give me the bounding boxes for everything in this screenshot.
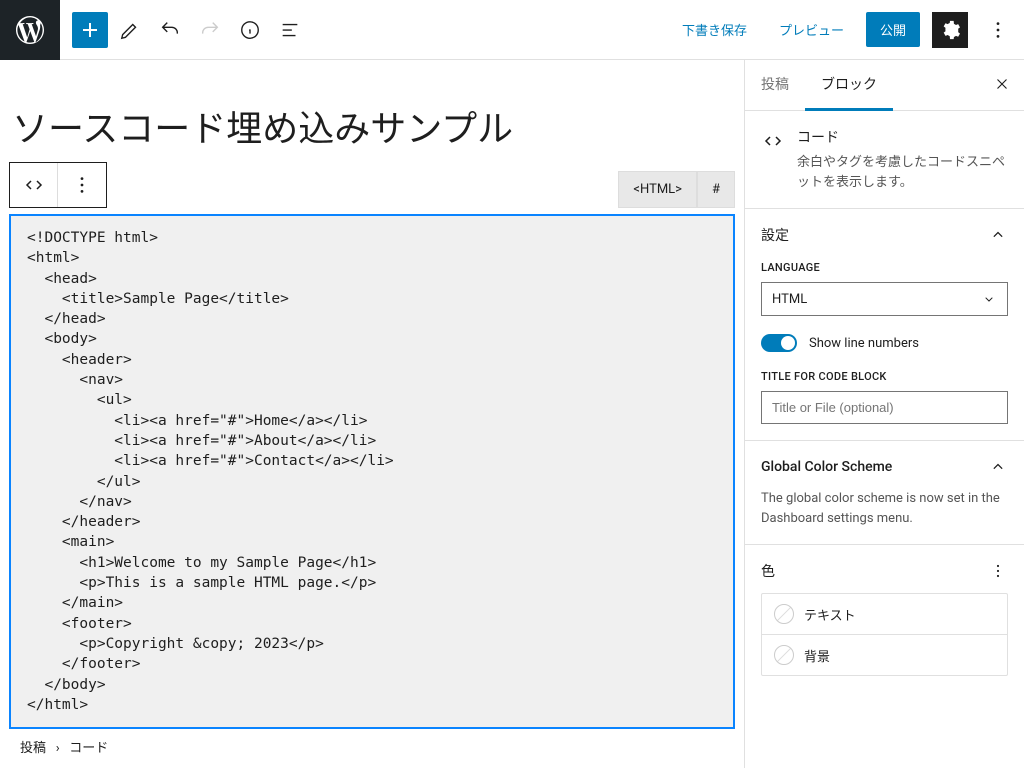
global-color-description: The global color scheme is now set in th… [761, 489, 1008, 528]
breadcrumb-current[interactable]: コード [69, 741, 108, 756]
tab-post[interactable]: 投稿 [745, 60, 805, 110]
redo-button [192, 12, 228, 48]
breadcrumb-separator: › [56, 741, 60, 756]
code-tab-html[interactable]: <HTML> [618, 171, 697, 208]
panel-global-color-title: Global Color Scheme [761, 459, 892, 475]
color-text-item[interactable]: テキスト [762, 594, 1007, 635]
chevron-up-icon [988, 457, 1008, 477]
color-background-label: 背景 [804, 646, 830, 665]
color-swatch-icon [774, 645, 794, 665]
publish-button[interactable]: 公開 [866, 12, 920, 47]
block-name: コード [797, 127, 1008, 147]
tab-block[interactable]: ブロック [805, 60, 893, 111]
info-button[interactable] [232, 12, 268, 48]
save-draft-button[interactable]: 下書き保存 [672, 14, 757, 45]
chevron-down-icon [981, 291, 997, 307]
panel-settings-title: 設定 [761, 225, 789, 245]
color-swatch-icon [774, 604, 794, 624]
tools-button[interactable] [112, 12, 148, 48]
code-block-editor[interactable]: <!DOCTYPE html> <html> <head> <title>Sam… [9, 214, 735, 729]
close-sidebar-button[interactable] [988, 70, 1016, 98]
language-select[interactable]: HTML [761, 282, 1008, 316]
block-toolbar [9, 162, 107, 208]
block-description: 余白やタグを考慮したコードスニペットを表示します。 [797, 153, 1008, 192]
color-text-label: テキスト [804, 605, 856, 624]
panel-global-color-toggle[interactable]: Global Color Scheme [761, 457, 1008, 477]
undo-button[interactable] [152, 12, 188, 48]
more-options-button[interactable] [980, 12, 1016, 48]
language-label: LANGUAGE [761, 261, 1008, 274]
preview-button[interactable]: プレビュー [769, 14, 854, 45]
settings-button[interactable] [932, 12, 968, 48]
add-block-button[interactable] [72, 12, 108, 48]
show-line-numbers-label: Show line numbers [809, 336, 919, 351]
title-code-block-label: TITLE FOR CODE BLOCK [761, 370, 1008, 383]
code-icon [761, 129, 785, 153]
panel-color-title: 色 [761, 561, 775, 581]
color-background-item[interactable]: 背景 [762, 635, 1007, 675]
post-title[interactable]: ソースコード埋め込みサンプル [0, 60, 744, 162]
breadcrumb[interactable]: 投稿 › コード [0, 729, 128, 764]
breadcrumb-root[interactable]: 投稿 [20, 741, 46, 756]
block-type-button[interactable] [10, 163, 58, 207]
more-vertical-icon[interactable] [988, 561, 1008, 581]
panel-color-toggle[interactable]: 色 [761, 561, 1008, 581]
language-value: HTML [772, 292, 807, 307]
wordpress-logo[interactable] [0, 0, 60, 60]
code-tab-hash[interactable]: # [697, 171, 735, 208]
title-code-block-input[interactable] [761, 391, 1008, 424]
block-more-button[interactable] [58, 163, 106, 207]
show-line-numbers-toggle[interactable] [761, 334, 797, 352]
chevron-up-icon [988, 225, 1008, 245]
panel-settings-toggle[interactable]: 設定 [761, 225, 1008, 245]
outline-button[interactable] [272, 12, 308, 48]
